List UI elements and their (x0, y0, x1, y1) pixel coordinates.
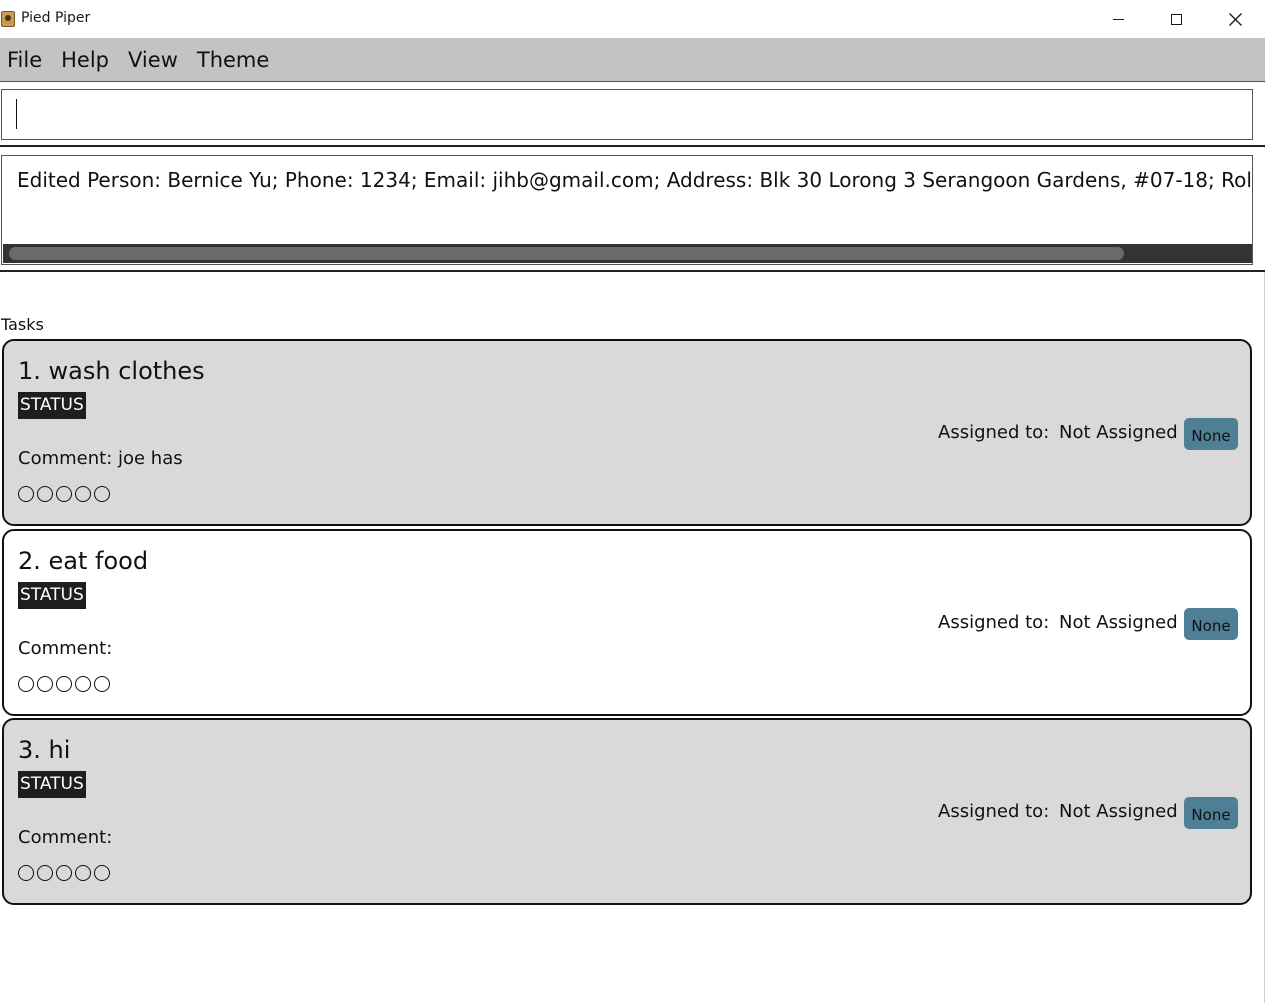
app-window: Pied Piper File Help View Theme Edited P… (0, 0, 1265, 1003)
title-bar[interactable]: Pied Piper (0, 0, 1265, 38)
rating (18, 486, 110, 502)
task-card[interactable]: 1. wash clothes STATUS Comment: joe has … (2, 339, 1252, 526)
result-message: Edited Person: Bernice Yu; Phone: 1234; … (17, 168, 1253, 192)
assign-button[interactable]: None (1184, 418, 1238, 450)
task-title: 3. hi (18, 736, 71, 764)
maximize-icon (1170, 13, 1182, 25)
task-comment: Comment: (18, 638, 113, 659)
menu-help[interactable]: Help (54, 38, 116, 82)
minimize-icon (1112, 18, 1124, 20)
menu-bar: File Help View Theme (0, 38, 1265, 82)
assign-button[interactable]: None (1184, 608, 1238, 640)
assigned-value: Not Assigned (1059, 801, 1178, 822)
close-icon (1228, 12, 1242, 26)
rating-circle-icon (37, 486, 53, 502)
assigned-label: Assigned to: (938, 422, 1050, 443)
rating-circle-icon (75, 865, 91, 881)
tasks-heading: Tasks (1, 315, 44, 334)
assigned-label: Assigned to: (938, 612, 1050, 633)
command-box (0, 83, 1265, 147)
result-text-area[interactable]: Edited Person: Bernice Yu; Phone: 1234; … (1, 155, 1253, 265)
rating (18, 676, 110, 692)
minimize-button[interactable] (1089, 0, 1147, 38)
result-display: Edited Person: Bernice Yu; Phone: 1234; … (0, 148, 1265, 272)
rating-circle-icon (37, 676, 53, 692)
assigned-value: Not Assigned (1059, 612, 1178, 633)
status-badge: STATUS (18, 392, 86, 419)
menu-file[interactable]: File (0, 38, 49, 82)
assigned-value: Not Assigned (1059, 422, 1178, 443)
task-card[interactable]: 3. hi STATUS Comment: Assigned to: Not A… (2, 718, 1252, 905)
rating-circle-icon (37, 865, 53, 881)
scrollbar-thumb[interactable] (9, 247, 1124, 260)
rating-circle-icon (94, 865, 110, 881)
rating-circle-icon (94, 676, 110, 692)
task-title: 1. wash clothes (18, 357, 205, 385)
window-title: Pied Piper (21, 10, 91, 26)
menu-view[interactable]: View (121, 38, 185, 82)
menu-theme[interactable]: Theme (190, 38, 276, 82)
status-badge: STATUS (18, 771, 86, 798)
assigned-label: Assigned to: (938, 801, 1050, 822)
horizontal-scrollbar[interactable] (3, 244, 1252, 263)
command-input[interactable] (1, 89, 1253, 140)
rating-circle-icon (18, 486, 34, 502)
rating-circle-icon (75, 486, 91, 502)
rating-circle-icon (56, 676, 72, 692)
status-badge: STATUS (18, 582, 86, 609)
rating-circle-icon (56, 865, 72, 881)
maximize-button[interactable] (1147, 0, 1205, 38)
rating-circle-icon (18, 865, 34, 881)
close-button[interactable] (1206, 0, 1264, 38)
task-card[interactable]: 2. eat food STATUS Comment: Assigned to:… (2, 529, 1252, 716)
rating (18, 865, 110, 881)
text-caret (16, 99, 17, 129)
rating-circle-icon (94, 486, 110, 502)
assign-button[interactable]: None (1184, 797, 1238, 829)
rating-circle-icon (18, 676, 34, 692)
task-title: 2. eat food (18, 547, 149, 575)
task-comment: Comment: joe has (18, 448, 183, 469)
app-icon (1, 11, 15, 27)
rating-circle-icon (56, 486, 72, 502)
task-comment: Comment: (18, 827, 113, 848)
rating-circle-icon (75, 676, 91, 692)
